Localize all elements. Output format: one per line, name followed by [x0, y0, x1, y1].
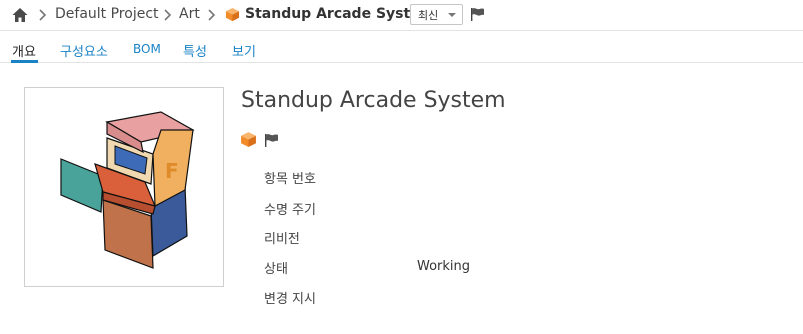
tab-bom[interactable]: BOM: [133, 42, 161, 56]
active-tab-indicator: [11, 60, 38, 63]
tab-components[interactable]: 구성요소: [60, 41, 108, 60]
property-value-status: Working: [417, 259, 471, 274]
orange-cube-icon: [241, 132, 256, 147]
item-thumbnail[interactable]: F: [24, 87, 224, 287]
chevron-right-icon: [39, 9, 47, 21]
flag-icon[interactable]: [263, 132, 280, 148]
tab-views[interactable]: 보기: [232, 41, 256, 60]
tab-bar: 개요 구성요소 BOM 특성 보기: [0, 31, 803, 63]
home-icon[interactable]: [11, 6, 29, 24]
breadcrumb-project[interactable]: Default Project: [55, 6, 159, 22]
property-label-item-number: 항목 번호: [264, 172, 316, 187]
property-label-revision: 리비전: [264, 232, 300, 247]
breadcrumb-bar: Default Project Art Standup Arcade Syste…: [0, 0, 803, 31]
chevron-right-icon: [208, 9, 216, 21]
orange-cube-icon: [225, 7, 240, 22]
breadcrumb-current-item: Standup Arcade System: [245, 6, 435, 22]
property-label-status: 상태: [264, 262, 288, 277]
version-dropdown[interactable]: 최신: [410, 4, 463, 25]
version-selected: 최신: [418, 9, 439, 22]
flag-icon[interactable]: [469, 6, 486, 22]
breadcrumb-folder[interactable]: Art: [179, 6, 200, 22]
chevron-right-icon: [164, 9, 172, 21]
tab-overview[interactable]: 개요: [12, 41, 36, 60]
property-label-lifecycle: 수명 주기: [264, 203, 316, 218]
item-title: Standup Arcade System: [241, 88, 506, 113]
svg-text:F: F: [165, 159, 179, 183]
chevron-down-icon: [448, 13, 456, 17]
arcade-cabinet-image: F: [60, 111, 195, 269]
tab-properties[interactable]: 특성: [183, 41, 207, 60]
property-label-change-order: 변경 지시: [264, 292, 316, 307]
